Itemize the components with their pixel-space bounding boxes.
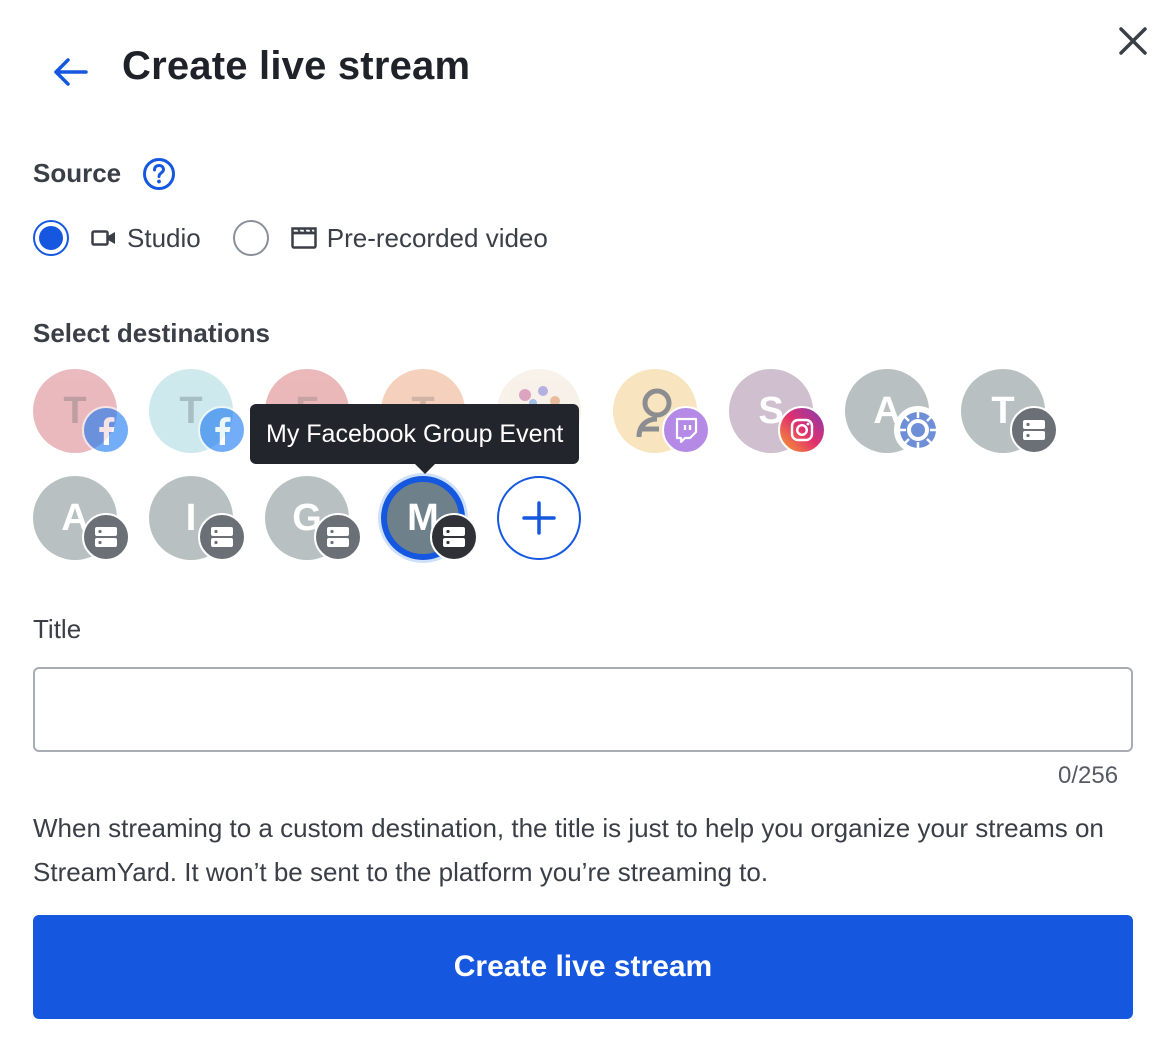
destination-avatar-selected[interactable]: M [381,476,478,561]
add-destination-button[interactable] [497,476,581,560]
server-icon [1010,406,1058,454]
title-input[interactable] [33,667,1133,752]
studio-option-label: Studio [127,222,201,253]
server-icon [314,513,362,561]
destination-avatar[interactable]: T [149,369,246,454]
server-icon [198,513,246,561]
character-counter: 0/256 [1058,762,1119,789]
destination-avatar[interactable] [613,369,710,454]
tooltip-arrow [413,462,437,474]
pre-recorded-option-label: Pre-recorded video [326,222,548,253]
destination-avatar[interactable]: A [845,369,942,454]
source-options: Studio Pre-recorded video [33,216,548,260]
close-icon [1119,27,1147,55]
destination-avatar[interactable]: S [729,369,826,454]
page-title: Create live stream [122,44,471,88]
server-icon [82,513,130,561]
destination-avatar[interactable]: T [33,369,130,454]
destination-avatar[interactable]: G [265,476,362,561]
help-text: When streaming to a custom destination, … [33,813,1104,887]
create-live-stream-button[interactable]: Create live stream [33,915,1133,1019]
help-icon[interactable] [142,157,176,191]
source-label: Source [33,158,122,188]
back-button[interactable] [44,46,96,98]
destination-avatar[interactable]: A [33,476,130,561]
facebook-icon [82,406,130,454]
server-icon [430,513,478,561]
close-button[interactable] [1110,18,1156,64]
studio-radio[interactable] [33,220,69,256]
plus-icon [522,501,556,535]
pre-recorded-radio[interactable] [232,220,269,256]
twitch-icon [662,406,710,454]
video-camera-icon [91,228,117,248]
instagram-icon [778,406,826,454]
destinations-label: Select destinations [33,318,270,348]
title-label: Title [33,614,82,644]
periscope-icon [894,406,942,454]
destination-tooltip: My Facebook Group Event [250,404,580,464]
clapperboard-icon [290,227,317,249]
destination-avatar[interactable]: I [149,476,246,561]
destination-avatar[interactable]: T [961,369,1058,454]
arrow-left-icon [54,58,88,86]
facebook-icon [198,406,246,454]
